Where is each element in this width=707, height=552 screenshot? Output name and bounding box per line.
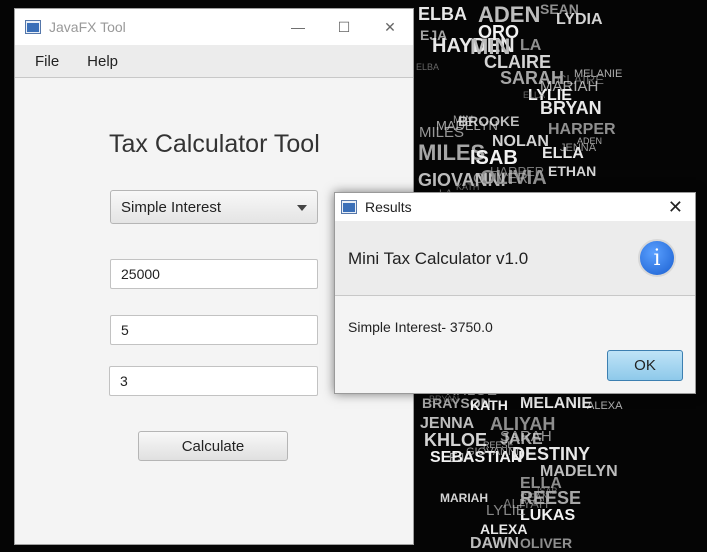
wallpaper-word: MILES [419, 124, 464, 141]
dialog-titlebar[interactable]: Results ✕ [335, 193, 695, 221]
wallpaper-word: KATH [470, 397, 508, 413]
menu-file[interactable]: File [35, 53, 59, 70]
info-icon: i [638, 239, 676, 277]
java-app-icon [25, 20, 41, 34]
calculation-type-select[interactable]: Simple Interest [110, 190, 318, 224]
wallpaper-word: DESTINY [512, 444, 590, 464]
time-field[interactable]: 3 [109, 366, 318, 396]
principal-value: 25000 [121, 266, 160, 282]
time-value: 3 [120, 373, 128, 389]
main-titlebar[interactable]: JavaFX Tool — ☐ ✕ [15, 9, 413, 45]
wallpaper-word: OLIVER [473, 170, 528, 187]
wallpaper-word: OLIVER [520, 535, 572, 551]
wallpaper-word: LYDIA [556, 11, 603, 28]
window-title: JavaFX Tool [49, 19, 126, 35]
wallpaper-word: ALEXA [587, 400, 623, 412]
ok-button[interactable]: OK [607, 350, 683, 381]
close-icon[interactable]: ✕ [668, 197, 683, 218]
menubar: File Help [15, 45, 413, 78]
wallpaper-word: GIOVANNI [466, 446, 519, 458]
chevron-down-icon[interactable] [297, 205, 307, 211]
wallpaper-word: MARIAH [540, 78, 598, 95]
wallpaper-word: ELBA [416, 62, 439, 72]
minimize-icon[interactable]: — [275, 9, 321, 45]
wallpaper-word: ELLA [523, 90, 545, 100]
calculate-button[interactable]: Calculate [138, 431, 288, 461]
wallpaper-word: ELBA [418, 4, 467, 24]
rate-value: 5 [121, 322, 129, 338]
menu-help[interactable]: Help [87, 53, 118, 70]
wallpaper-word: BRYAN [429, 394, 459, 404]
wallpaper-word: DAWN [470, 535, 519, 552]
wallpaper-word: KATH [456, 182, 479, 192]
wallpaper-word: ETHAN [548, 163, 596, 179]
wallpaper-word: EJA [449, 450, 473, 465]
java-app-icon [341, 200, 357, 214]
rate-field[interactable]: 5 [110, 315, 318, 345]
wallpaper-word: BRYAN [540, 98, 602, 118]
calculation-type-value: Simple Interest [121, 198, 222, 216]
principal-field[interactable]: 25000 [110, 259, 318, 289]
page-title: Tax Calculator Tool [109, 130, 320, 158]
wallpaper-word: MELANIE [520, 395, 592, 412]
dialog-header: Mini Tax Calculator v1.0 i [335, 221, 695, 296]
wallpaper-word: LYLIE [486, 502, 526, 519]
dialog-header-text: Mini Tax Calculator v1.0 [348, 249, 529, 268]
maximize-icon[interactable]: ☐ [321, 9, 367, 45]
results-dialog: Results ✕ Mini Tax Calculator v1.0 i Sim… [334, 192, 696, 394]
dialog-title: Results [365, 199, 412, 215]
close-icon[interactable]: ✕ [367, 9, 413, 45]
wallpaper-word: MARIAH [440, 491, 488, 505]
wallpaper-word: JENNA [560, 142, 597, 154]
result-message: Simple Interest- 3750.0 [348, 319, 493, 335]
